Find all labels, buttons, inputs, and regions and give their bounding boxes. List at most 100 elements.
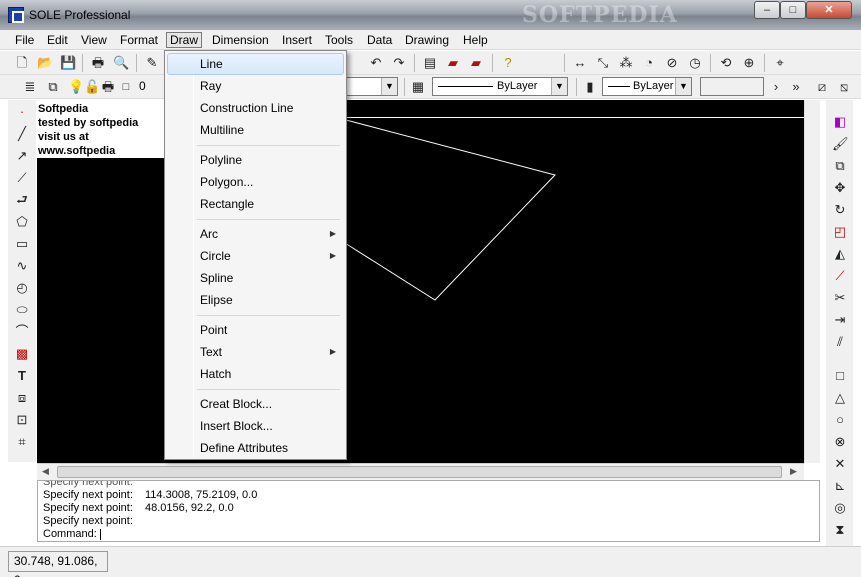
zoom-in-icon[interactable]: ⊕ xyxy=(741,55,757,71)
copy-icon[interactable]: ⧉ xyxy=(832,158,848,174)
trim-icon[interactable]: ✂ xyxy=(832,290,848,306)
match-properties-icon[interactable]: ✎ xyxy=(144,55,160,71)
snap-tangent-icon[interactable]: ◎ xyxy=(832,500,848,516)
command-prompt[interactable]: Command: xyxy=(43,528,101,541)
plotstyle-field[interactable] xyxy=(700,77,764,96)
drawing-canvas[interactable]: Softpedia tested by softpedia visit us a… xyxy=(37,100,804,463)
snap-cross-icon[interactable]: ✕ xyxy=(832,456,848,472)
open-folder-icon[interactable]: 📂 xyxy=(37,55,53,71)
double-chevron-right-icon[interactable]: » xyxy=(788,79,804,95)
arc-icon[interactable]: ⌒ xyxy=(14,324,30,340)
menu-item-hatch[interactable]: Hatch xyxy=(167,363,344,385)
make-block-icon[interactable]: ⊡ xyxy=(14,412,30,428)
line-icon[interactable]: ╱ xyxy=(14,126,30,142)
insert-block-icon[interactable]: ⧈ xyxy=(14,390,30,406)
minimize-button[interactable]: – xyxy=(754,1,780,19)
ellipse-icon[interactable]: ⬭ xyxy=(14,302,30,318)
point-icon[interactable]: · xyxy=(14,104,30,120)
ruler-icon[interactable]: ▤ xyxy=(422,55,438,71)
menu-item-define-attributes[interactable]: Define Attributes xyxy=(167,437,344,459)
menu-data[interactable]: Data xyxy=(364,32,395,48)
zoom-realtime-icon[interactable]: ⤡ xyxy=(595,55,611,71)
layer-extra-icon[interactable]: ⧄ xyxy=(814,79,830,95)
snap-circle-icon[interactable]: ○ xyxy=(832,412,848,428)
zoom-all-icon[interactable]: ◷ xyxy=(687,55,703,71)
print-icon[interactable]: 🖶 xyxy=(90,55,106,71)
lock-icon[interactable]: 🔓 xyxy=(84,79,100,95)
osnap-icon[interactable]: ⌖ xyxy=(772,55,788,71)
menu-item-arc[interactable]: Arc ▶ xyxy=(167,223,344,245)
menu-insert[interactable]: Insert xyxy=(279,32,315,48)
layer-dropdown[interactable]: ▼ xyxy=(346,77,398,96)
new-file-icon[interactable]: 🗋 xyxy=(14,55,30,71)
spline-icon[interactable]: ∿ xyxy=(14,258,30,274)
chevron-right-icon[interactable]: › xyxy=(768,79,784,95)
zoom-previous-icon[interactable]: ◔ xyxy=(641,55,657,71)
eraser-icon[interactable]: ⧅ xyxy=(836,79,852,95)
move-icon[interactable]: ✥ xyxy=(832,180,848,196)
menu-drawing[interactable]: Drawing xyxy=(402,32,452,48)
menu-help[interactable]: Help xyxy=(460,32,491,48)
zoom-extents-icon[interactable]: ⊘ xyxy=(664,55,680,71)
snap-triangle-icon[interactable]: △ xyxy=(832,390,848,406)
scroll-left-icon[interactable]: ◀ xyxy=(42,466,49,477)
close-button[interactable]: ✕ xyxy=(806,1,852,19)
regen-icon[interactable]: ⟲ xyxy=(718,55,734,71)
maximize-button[interactable]: □ xyxy=(780,1,806,19)
menu-item-spline[interactable]: Spline xyxy=(167,267,344,289)
layer-state-icon[interactable]: ⧉ xyxy=(45,79,61,95)
snap-square-icon[interactable]: □ xyxy=(832,368,848,384)
snap-intersection-icon[interactable]: ⊗ xyxy=(832,434,848,450)
extend-icon[interactable]: ⇥ xyxy=(832,312,848,328)
lineweight-dropdown[interactable]: ByLayer ▼ xyxy=(602,77,692,96)
menu-item-point[interactable]: Point xyxy=(167,319,344,341)
layer-stack-icon[interactable]: ▰ xyxy=(445,55,461,71)
menu-tools[interactable]: Tools xyxy=(322,32,356,48)
menu-item-circle[interactable]: Circle ▶ xyxy=(167,245,344,267)
menu-item-multiline[interactable]: Multiline xyxy=(167,119,344,141)
rectangle-icon[interactable]: ▭ xyxy=(14,236,30,252)
circle-icon[interactable]: ◴ xyxy=(14,280,30,296)
save-icon[interactable]: 💾 xyxy=(60,55,76,71)
polyline-icon[interactable]: ⮐ xyxy=(14,192,30,208)
linetype-icon[interactable]: ▦ xyxy=(410,79,426,95)
scroll-right-icon[interactable]: ▶ xyxy=(790,466,797,477)
lightbulb-icon[interactable]: 💡 xyxy=(68,79,84,95)
layer-color-box-icon[interactable]: □ xyxy=(118,79,134,95)
menu-item-text[interactable]: Text ▶ xyxy=(167,341,344,363)
polygon-icon[interactable]: ⬠ xyxy=(14,214,30,230)
menu-file[interactable]: File xyxy=(12,32,37,48)
menu-edit[interactable]: Edit xyxy=(44,32,71,48)
menu-item-rectangle[interactable]: Rectangle xyxy=(167,193,344,215)
zoom-window-icon[interactable]: ⁂ xyxy=(618,55,634,71)
rotate-icon[interactable]: ↻ xyxy=(832,202,848,218)
menu-item-ellipse[interactable]: Elipse xyxy=(167,289,344,311)
menu-item-polyline[interactable]: Polyline xyxy=(167,149,344,171)
snap-perpendicular-icon[interactable]: ⊾ xyxy=(832,478,848,494)
snap-nearest-icon[interactable]: ⧗ xyxy=(832,522,848,538)
break-icon[interactable]: ⫽ xyxy=(832,334,848,350)
help-icon[interactable]: ? xyxy=(500,55,516,71)
menu-item-polygon[interactable]: Polygon... xyxy=(167,171,344,193)
region-icon[interactable]: ⌗ xyxy=(14,434,30,450)
undo-icon[interactable]: ↶ xyxy=(368,55,384,71)
app-icon[interactable] xyxy=(8,7,24,23)
menu-format[interactable]: Format xyxy=(117,32,161,48)
pan-icon[interactable]: ↔ xyxy=(572,55,588,71)
menu-item-create-block[interactable]: Creat Block... xyxy=(167,393,344,415)
layers-icon[interactable]: ≣ xyxy=(22,79,38,95)
ray-icon[interactable]: ↗ xyxy=(14,148,30,164)
menu-item-construction-line[interactable]: Construction Line xyxy=(167,97,344,119)
command-window[interactable]: Specify next point: Specify next point: 1… xyxy=(37,480,820,542)
horizontal-scrollbar[interactable]: ◀ ▶ xyxy=(37,463,804,480)
text-icon[interactable]: T xyxy=(14,368,30,384)
printer-layer-icon[interactable]: 🖶 xyxy=(100,79,116,95)
hatch-icon[interactable]: ▩ xyxy=(14,346,30,362)
print-preview-icon[interactable]: 🔍 xyxy=(113,55,129,71)
layer-props-icon[interactable]: ▰ xyxy=(468,55,484,71)
menu-draw[interactable]: Draw xyxy=(166,32,203,48)
construction-line-icon[interactable]: ⟋ xyxy=(14,170,30,186)
lineweight-icon[interactable]: ▮ xyxy=(582,79,598,95)
menu-item-line[interactable]: Line xyxy=(167,53,344,75)
menu-item-ray[interactable]: Ray xyxy=(167,75,344,97)
